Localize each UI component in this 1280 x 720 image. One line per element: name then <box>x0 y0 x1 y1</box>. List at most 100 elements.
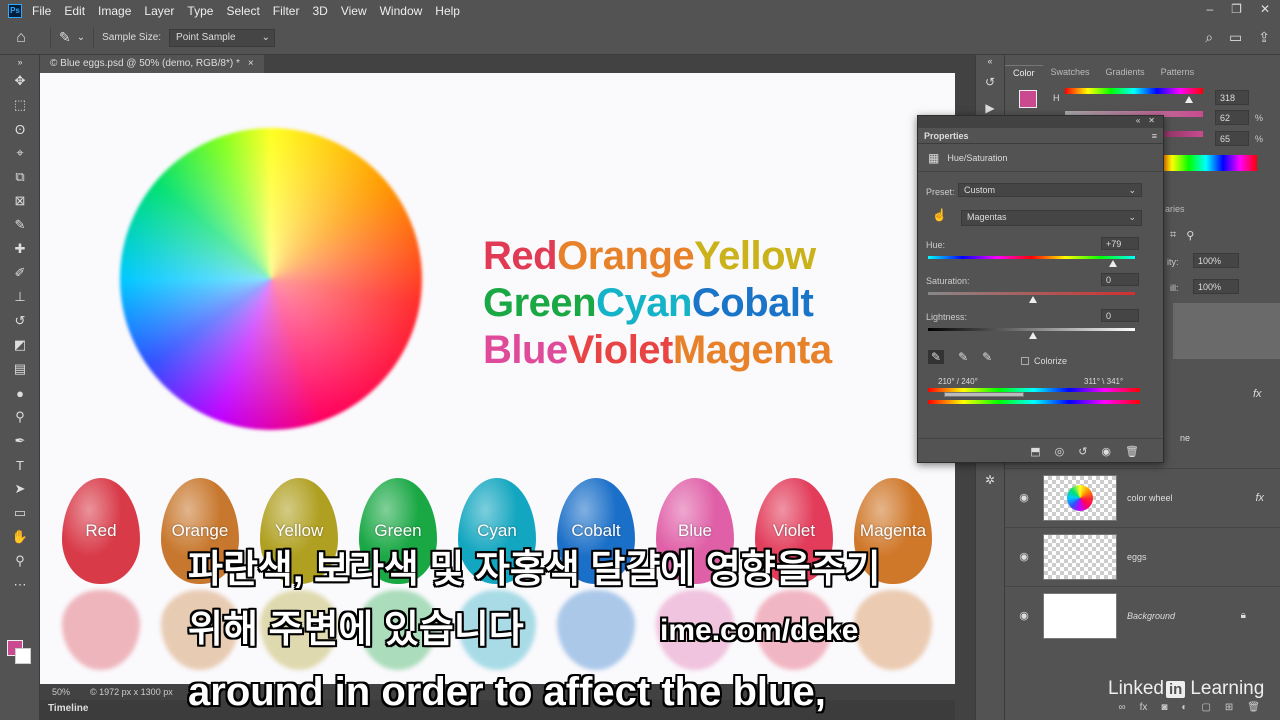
layer-row[interactable]: ◉ color wheel fx <box>1005 468 1280 526</box>
fill-field[interactable]: 100% <box>1193 279 1239 294</box>
search-icon[interactable]: ⌕ <box>1205 29 1213 46</box>
channel-select[interactable]: Magentas ⌄ <box>961 210 1142 226</box>
eyedropper-icon[interactable]: ✎ <box>928 350 945 364</box>
menu-help[interactable]: Help <box>435 4 460 18</box>
adjustment-icon[interactable]: ◐ <box>1181 702 1187 720</box>
tab-gradients[interactable]: Gradients <box>1098 65 1153 81</box>
eraser-tool-icon[interactable]: ◩ <box>0 333 40 357</box>
menu-view[interactable]: View <box>341 4 367 18</box>
history-icon[interactable]: ↺ <box>976 69 1004 95</box>
close-icon[interactable]: ✕ <box>1148 116 1155 128</box>
close-window-button[interactable]: ✕ <box>1260 2 1270 16</box>
libraries-tab-partial[interactable]: aries <box>1165 204 1185 214</box>
background-color-swatch[interactable] <box>15 648 31 664</box>
saturation-slider-track[interactable] <box>928 292 1135 295</box>
collapse-icon[interactable]: « <box>1136 116 1140 128</box>
current-color-swatch[interactable] <box>1019 90 1037 108</box>
menu-3d[interactable]: 3D <box>312 4 327 18</box>
range-selector[interactable] <box>944 392 1024 397</box>
layer-row[interactable]: ◉ Background 🔒︎ <box>1005 586 1280 644</box>
menu-filter[interactable]: Filter <box>273 4 300 18</box>
minimize-button[interactable]: – <box>1206 2 1213 16</box>
lock-icon[interactable]: ⚲ <box>1186 229 1194 242</box>
rectangle-tool-icon[interactable]: ▭ <box>0 501 40 525</box>
link-layers-icon[interactable]: ∞ <box>1118 702 1125 720</box>
view-previous-icon[interactable]: ◎ <box>1055 445 1065 462</box>
menu-layer[interactable]: Layer <box>144 4 174 18</box>
colorize-checkbox[interactable] <box>1021 357 1029 365</box>
zoom-level[interactable]: 50% <box>52 687 70 697</box>
eye-icon[interactable]: ◉ <box>1005 550 1043 563</box>
brush-tool-icon[interactable]: ✐ <box>0 261 40 285</box>
trash-icon[interactable]: 🗑︎ <box>1125 445 1139 462</box>
h-value-field[interactable]: 318 <box>1215 90 1249 105</box>
hue-slider[interactable] <box>1065 88 1203 94</box>
fx-icon[interactable]: fx <box>1255 492 1264 504</box>
collapse-icon[interactable]: « <box>976 55 1004 69</box>
blur-tool-icon[interactable]: ● <box>0 381 40 405</box>
menu-window[interactable]: Window <box>380 4 423 18</box>
saturation-slider-thumb[interactable] <box>1029 296 1037 303</box>
home-icon[interactable]: ⌂ <box>0 29 42 47</box>
saturation-value-field[interactable]: 0 <box>1101 273 1139 286</box>
restore-button[interactable]: ❐ <box>1231 2 1242 16</box>
reset-icon[interactable]: ↺ <box>1078 445 1087 462</box>
lightness-slider-track[interactable] <box>928 328 1135 331</box>
adjustment-layer-row[interactable] <box>1173 303 1280 359</box>
path-select-icon[interactable]: ➤ <box>0 477 40 501</box>
menu-type[interactable]: Type <box>187 4 213 18</box>
tab-color[interactable]: Color <box>1005 65 1043 81</box>
hand-tool-icon[interactable]: ✋ <box>0 525 40 549</box>
dodge-tool-icon[interactable]: ⚲ <box>0 405 40 429</box>
artboard-icon[interactable]: ⌗ <box>1170 229 1176 242</box>
frame-tool-icon[interactable]: ⊠ <box>0 189 40 213</box>
chevron-down-icon[interactable]: ⌄ <box>77 32 85 43</box>
move-tool-icon[interactable]: ✥ <box>0 69 40 93</box>
menu-file[interactable]: File <box>32 4 51 18</box>
crop-tool-icon[interactable]: ⧉ <box>0 165 40 189</box>
eyedropper-plus-icon[interactable]: ✎ <box>958 350 968 364</box>
mask-icon[interactable]: ◙ <box>1161 702 1167 720</box>
slider-thumb[interactable] <box>1185 96 1193 103</box>
eye-icon[interactable]: ◉ <box>1005 491 1043 504</box>
healing-brush-icon[interactable]: ✚ <box>0 237 40 261</box>
eyedropper-tool-icon[interactable]: ✎ <box>0 213 40 237</box>
targeted-adjustment-hand-icon[interactable]: ☝ <box>932 208 947 222</box>
menu-icon[interactable]: ≡ <box>1152 131 1157 141</box>
trash-icon[interactable]: 🗑︎ <box>1247 702 1260 720</box>
tab-swatches[interactable]: Swatches <box>1043 65 1098 81</box>
lightness-slider-thumb[interactable] <box>1029 332 1037 339</box>
zoom-tool-icon[interactable]: ⚲ <box>0 549 40 573</box>
sample-size-select[interactable]: Point Sample ⌄ <box>169 28 276 47</box>
workspace-icon[interactable]: ▭ <box>1229 29 1242 46</box>
type-tool-icon[interactable]: T <box>0 453 40 477</box>
clone-source-icon[interactable]: ✲ <box>976 467 1004 493</box>
stamp-tool-icon[interactable]: ⊥ <box>0 285 40 309</box>
menu-image[interactable]: Image <box>98 4 131 18</box>
new-layer-icon[interactable]: ⊞ <box>1225 702 1233 720</box>
quick-select-tool-icon[interactable]: ⌖ <box>0 141 40 165</box>
preset-select[interactable]: Custom ⌄ <box>958 183 1142 197</box>
eyedropper-tool-icon[interactable]: ✎ <box>59 29 71 46</box>
eyedropper-minus-icon[interactable]: ✎ <box>982 350 992 364</box>
share-icon[interactable]: ⇪ <box>1258 29 1270 46</box>
eye-icon[interactable]: ◉ <box>1005 609 1043 622</box>
lightness-value-field[interactable]: 0 <box>1101 309 1139 322</box>
clip-to-layer-icon[interactable]: ⬒ <box>1030 445 1040 462</box>
lasso-tool-icon[interactable]: ʘ <box>0 117 40 141</box>
s-value-field[interactable]: 62 <box>1215 110 1249 125</box>
document-tab[interactable]: © Blue eggs.psd @ 50% (demo, RGB/8*) * × <box>40 55 264 73</box>
collapse-icon[interactable]: » <box>0 55 40 69</box>
color-spectrum[interactable] <box>1155 155 1257 171</box>
menu-edit[interactable]: Edit <box>64 4 85 18</box>
more-tools-icon[interactable]: ⋯ <box>0 573 40 597</box>
b-value-field[interactable]: 65 <box>1215 131 1249 146</box>
close-icon[interactable]: × <box>248 58 254 70</box>
marquee-tool-icon[interactable]: ⬚ <box>0 93 40 117</box>
hue-slider-thumb[interactable] <box>1109 260 1118 267</box>
fx-icon[interactable]: fx <box>1140 702 1148 720</box>
hue-slider-track[interactable] <box>928 256 1135 259</box>
opacity-field[interactable]: 100% <box>1193 253 1239 268</box>
group-icon[interactable]: ▢ <box>1201 702 1210 720</box>
visibility-icon[interactable]: ◉ <box>1101 445 1111 462</box>
